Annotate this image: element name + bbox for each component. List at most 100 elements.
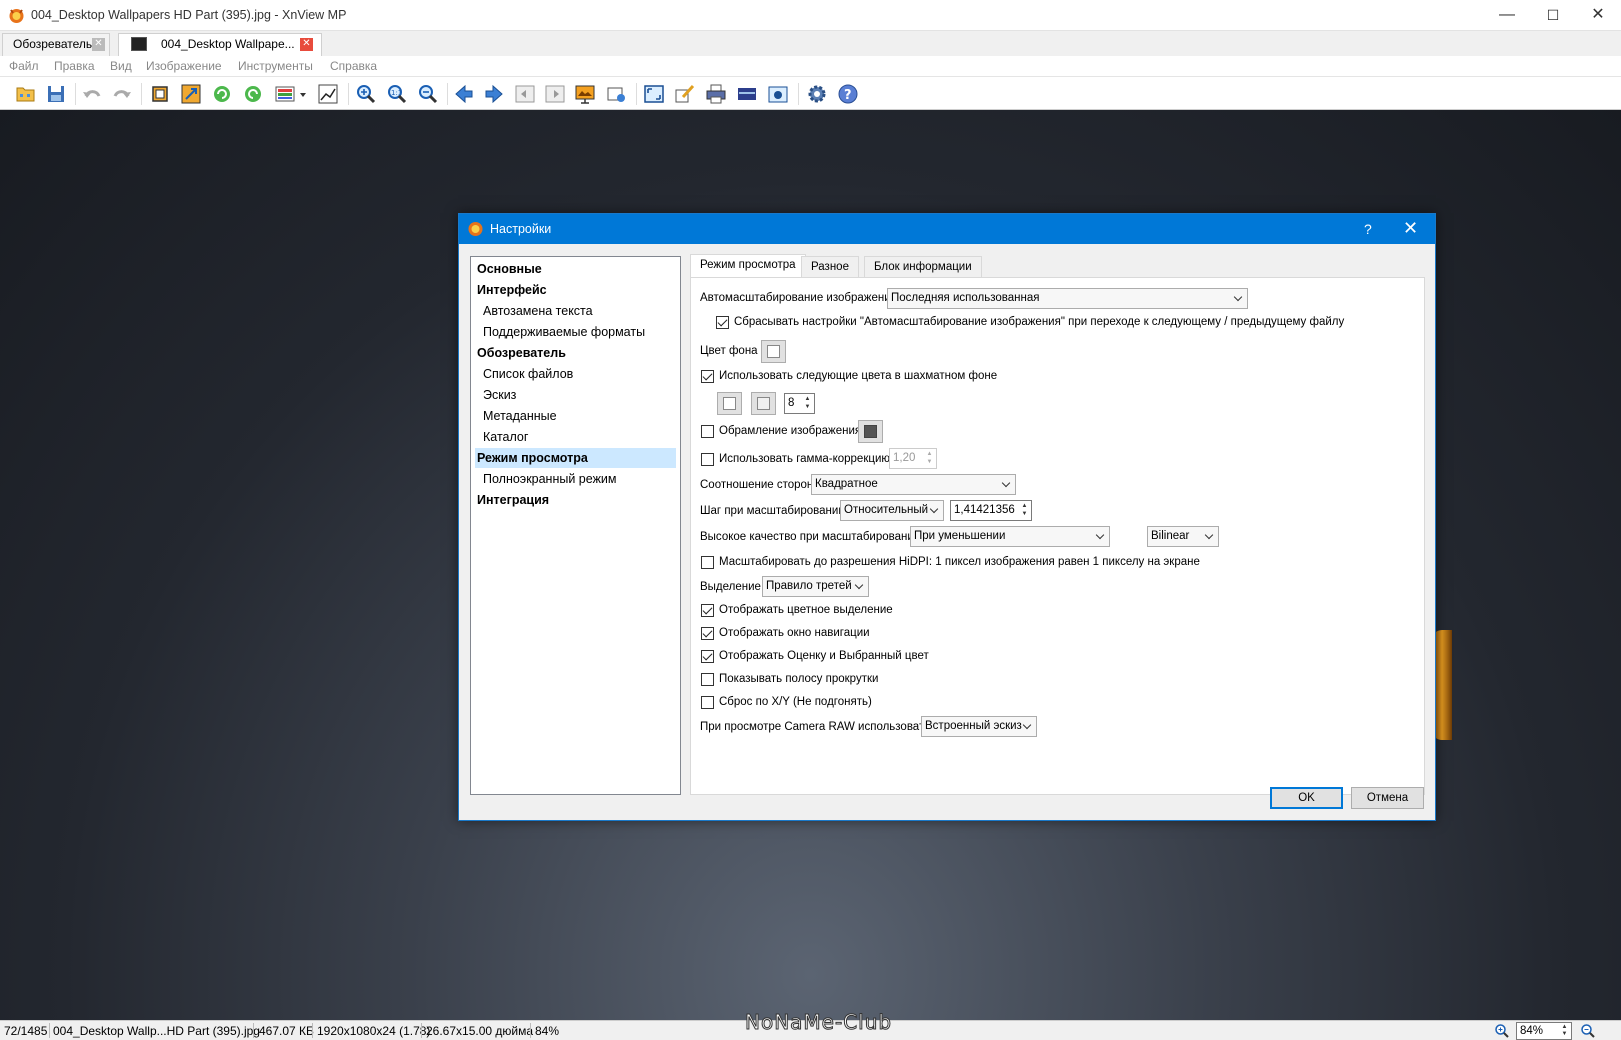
last-page-icon[interactable] (543, 82, 567, 106)
nav-item-formats[interactable]: Поддерживаемые форматы (483, 322, 645, 342)
frame-checkbox[interactable] (701, 425, 714, 438)
gamma-checkbox[interactable] (701, 453, 714, 466)
checker-checkbox[interactable] (701, 370, 714, 383)
checker-color2-swatch[interactable] (751, 392, 776, 415)
tab-browser[interactable]: Обозреватель ✕ (2, 33, 110, 56)
open-folder-icon[interactable] (14, 82, 38, 106)
spin-arrows-icon[interactable]: ▲ ▼ (802, 395, 813, 412)
aspect-select[interactable]: Квадратное (811, 474, 1016, 495)
nav-item-catalog[interactable]: Каталог (483, 427, 528, 447)
screenshot-icon[interactable] (766, 82, 790, 106)
menu-image[interactable]: Изображение (146, 59, 222, 73)
hq-label: Высокое качество при масштабировании (700, 531, 921, 543)
nav-item-general[interactable]: Основные (477, 259, 542, 279)
frame-color-swatch[interactable] (858, 420, 883, 443)
menu-tools[interactable]: Инструменты (238, 59, 313, 73)
zoom-in-icon[interactable] (1494, 1023, 1510, 1039)
zoom-out-icon[interactable] (1580, 1023, 1596, 1039)
main-toolbar: 1:1 ? (0, 77, 1621, 110)
spin-arrows-icon[interactable]: ▲ ▼ (1559, 1024, 1570, 1038)
tab-view-mode[interactable]: Режим просмотра (690, 254, 806, 278)
first-page-icon[interactable] (513, 82, 537, 106)
nav-item-autoreplace[interactable]: Автозамена текста (483, 301, 593, 321)
close-window-button[interactable]: ✕ (1575, 0, 1621, 31)
arrow-left-icon[interactable] (452, 82, 476, 106)
save-icon[interactable] (44, 82, 68, 106)
checker-size-spinbox[interactable]: 8 ▲ ▼ (784, 393, 815, 414)
levels-icon[interactable] (316, 82, 340, 106)
zoom-out-icon[interactable] (416, 82, 440, 106)
raw-select[interactable]: Встроенный эскиз (921, 716, 1037, 737)
rotate-right-icon[interactable] (241, 82, 265, 106)
nav-item-thumbnail[interactable]: Эскиз (483, 385, 516, 405)
tab-misc[interactable]: Разное (801, 256, 859, 278)
nav-item-view-mode[interactable]: Режим просмотра (475, 448, 676, 468)
chevron-down-icon (854, 580, 864, 590)
fullscreen-icon[interactable] (642, 82, 666, 106)
zoomstep-mode-select[interactable]: Относительный (840, 500, 944, 521)
autoscale-select[interactable]: Последняя использованная (887, 288, 1248, 309)
dropdown-arrow-icon[interactable] (298, 82, 308, 106)
slideshow-icon[interactable] (573, 82, 597, 106)
menu-edit[interactable]: Правка (54, 59, 95, 73)
print-icon[interactable] (704, 82, 728, 106)
dialog-close-button[interactable]: ✕ (1403, 218, 1418, 239)
maximize-button[interactable]: ☐ (1530, 0, 1576, 31)
undo-icon[interactable] (80, 82, 104, 106)
tab-info-block[interactable]: Блок информации (864, 256, 982, 278)
window-title: 004_Desktop Wallpapers HD Part (395).jpg… (31, 8, 347, 22)
arrow-right-icon[interactable] (482, 82, 506, 106)
menu-help[interactable]: Справка (330, 59, 377, 73)
reset-xy-checkbox[interactable] (701, 696, 714, 709)
tab-close-icon[interactable]: ✕ (92, 38, 105, 51)
spin-arrows-icon[interactable]: ▲ ▼ (1019, 502, 1030, 519)
edit-icon[interactable] (673, 82, 697, 106)
minimize-button[interactable]: — (1484, 0, 1530, 31)
hq-select[interactable]: При уменьшении (910, 526, 1110, 547)
menu-view[interactable]: Вид (110, 59, 132, 73)
tab-close-icon[interactable]: ✕ (300, 38, 313, 51)
nav-item-interface[interactable]: Интерфейс (477, 280, 547, 300)
resize-icon[interactable] (179, 82, 203, 106)
color-selection-label: Отображать цветное выделение (719, 604, 893, 616)
adjust-icon[interactable] (273, 82, 297, 106)
zoom-field[interactable]: 84% ▲ ▼ (1516, 1022, 1572, 1040)
selection-select[interactable]: Правило третей (762, 576, 869, 597)
chevron-down-icon (1233, 292, 1243, 302)
nav-item-metadata[interactable]: Метаданные (483, 406, 557, 426)
checker-color1-swatch[interactable] (717, 392, 742, 415)
zoom-in-icon[interactable] (354, 82, 378, 106)
rotate-left-icon[interactable] (210, 82, 234, 106)
image-thumb-icon (131, 37, 147, 51)
crop-icon[interactable] (148, 82, 172, 106)
chevron-down-icon (1022, 720, 1032, 730)
reset-autoscale-checkbox[interactable] (716, 316, 729, 329)
filter-select[interactable]: Bilinear (1147, 526, 1219, 547)
hq-select-value: При уменьшении (914, 530, 1006, 542)
bg-color-swatch[interactable] (761, 340, 786, 363)
cancel-button[interactable]: Отмена (1351, 787, 1424, 809)
chevron-down-icon (929, 504, 939, 514)
nav-item-filelist[interactable]: Список файлов (483, 364, 573, 384)
ok-button[interactable]: OK (1270, 787, 1343, 809)
wallpaper-icon[interactable] (604, 82, 628, 106)
nav-item-browser[interactable]: Обозреватель (477, 343, 566, 363)
status-filesize: 467.07 КБ (259, 1024, 314, 1038)
settings-icon[interactable] (805, 82, 829, 106)
nav-window-checkbox[interactable] (701, 627, 714, 640)
nav-item-integration[interactable]: Интеграция (477, 490, 549, 510)
dialog-help-button[interactable]: ? (1364, 221, 1372, 237)
hidpi-checkbox[interactable] (701, 556, 714, 569)
zoom-actual-icon[interactable]: 1:1 (385, 82, 409, 106)
redo-icon[interactable] (110, 82, 134, 106)
settings-nav-tree[interactable]: Основные Интерфейс Автозамена текста Под… (470, 256, 681, 795)
color-selection-checkbox[interactable] (701, 604, 714, 617)
scanner-icon[interactable] (735, 82, 759, 106)
zoomstep-spinbox[interactable]: 1,41421356 ▲ ▼ (950, 500, 1032, 521)
tab-image[interactable]: 004_Desktop Wallpape... ✕ (118, 33, 322, 56)
rating-checkbox[interactable] (701, 650, 714, 663)
nav-item-fullscreen[interactable]: Полноэкранный режим (483, 469, 617, 489)
scrollbar-checkbox[interactable] (701, 673, 714, 686)
menu-file[interactable]: Файл (9, 59, 39, 73)
help-icon[interactable]: ? (836, 82, 860, 106)
